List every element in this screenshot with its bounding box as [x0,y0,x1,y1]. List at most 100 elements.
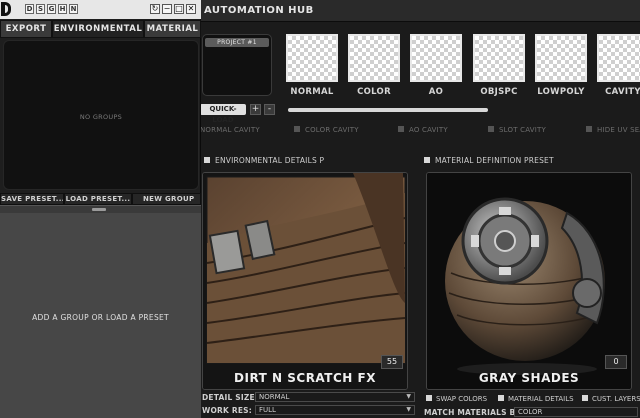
dropdown-arrow-icon: ▼ [406,406,411,413]
close-icon[interactable]: ✕ [186,4,196,14]
groups-empty-text: NO GROUPS [79,113,123,121]
option-label: CUST. LAYERS [592,395,640,403]
cavity-label: SLOT CAVITY [499,126,546,134]
map-slot-color[interactable]: COLOR [348,34,400,100]
cavity-label: NORMAL CAVITY [200,126,260,134]
hub-title: AUTOMATION HUB [204,5,314,16]
panel-titlebar: D S G H N ↻ − □ ✕ [0,0,201,19]
save-preset-button[interactable]: SAVE PRESET... [0,193,64,205]
cust-layers-checkbox[interactable]: CUST. LAYERS [582,395,640,403]
map-thumbnail [410,34,462,82]
new-group-button[interactable]: NEW GROUP [132,193,201,205]
match-materials-label: MATCH MATERIALS BY: [424,408,524,417]
material-sphere-image [427,173,631,389]
panel-splitter[interactable] [0,205,201,213]
material-preview[interactable]: GRAY SHADES 0 [426,172,632,390]
toolbar-button-d[interactable]: D [25,4,34,14]
maximize-icon[interactable]: □ [174,4,184,14]
tab-export[interactable]: EXPORT [0,20,52,38]
map-label: NORMAL [290,87,334,97]
preset-area[interactable]: ADD A GROUP OR LOAD A PRESET [0,213,201,418]
env-preview-count: 55 [381,355,403,369]
project-label: PROJECT #1 [205,38,269,47]
map-thumbnail [473,34,525,82]
match-materials-value: COLOR [518,408,543,416]
wood-texture-image [203,173,407,389]
splitter-grip-icon [92,208,106,211]
map-slot-objspc[interactable]: OBJSPC [473,34,525,100]
map-thumbnail [535,34,587,82]
checkbox-icon [586,126,592,132]
checkbox-icon [424,157,430,163]
hide-uv-seams-checkbox[interactable]: HIDE UV SEAMS [586,126,640,134]
map-label: CAVITY [605,87,640,97]
groups-list[interactable]: NO GROUPS [3,40,199,190]
presets-panel: D S G H N ↻ − □ ✕ EXPORT ENVIRONMENTAL M… [0,0,201,418]
map-label: OBJSPC [480,87,518,97]
load-preset-button[interactable]: LOAD PRESET... [64,193,132,205]
option-label: SWAP COLORS [436,395,488,403]
map-slot-ao[interactable]: AO [410,34,462,100]
cavity-label: HIDE UV SEAMS [597,126,640,134]
checkbox-icon [204,157,210,163]
toolbar-button-n[interactable]: N [69,4,78,14]
automation-hub-window: AUTOMATION HUB PROJECT #1 NORMAL COLOR A… [198,0,640,418]
map-label: COLOR [357,87,391,97]
detail-size-value: NORMAL [259,393,290,401]
map-thumbnail [348,34,400,82]
work-res-value: FULL [259,406,276,414]
color-cavity-checkbox[interactable]: COLOR CAVITY [294,126,359,134]
map-slot-normal[interactable]: NORMAL [286,34,338,100]
material-details-checkbox[interactable]: MATERIAL DETAILS [498,395,574,403]
tab-material[interactable]: MATERIAL [144,20,201,38]
map-label: AO [428,87,444,97]
material-preview-count: 0 [605,355,627,369]
cavity-label: COLOR CAVITY [305,126,359,134]
cavity-label: AO CAVITY [409,126,448,134]
detail-size-dropdown[interactable]: NORMAL ▼ [255,392,415,402]
map-thumbnail [597,34,640,82]
toolbar-button-s[interactable]: S [36,4,45,14]
material-preview-title: GRAY SHADES [478,371,580,385]
tab-environmental[interactable]: ENVIRONMENTAL [52,20,144,38]
option-label: MATERIAL DETAILS [508,395,574,403]
dropdown-arrow-icon: ▼ [406,393,411,400]
panel-tabs: EXPORT ENVIRONMENTAL MATERIAL [0,20,201,38]
quick-load-button[interactable]: QUICK-LOAD [200,104,246,124]
work-res-dropdown[interactable]: FULL ▼ [255,405,415,415]
material-preset-header[interactable]: MATERIAL DEFINITION PRESET [424,156,554,165]
remove-button[interactable]: - [264,104,275,115]
normal-cavity-checkbox[interactable]: NORMAL CAVITY [200,126,260,134]
refresh-icon[interactable]: ↻ [150,4,160,14]
minimize-icon[interactable]: − [162,4,172,14]
section-label: MATERIAL DEFINITION PRESET [435,156,554,165]
section-label: ENVIRONMENTAL DETAILS P [215,156,325,165]
map-label: LOWPOLY [537,87,585,97]
hub-titlebar: AUTOMATION HUB [198,0,640,22]
slot-cavity-checkbox[interactable]: SLOT CAVITY [488,126,546,134]
map-slot-lowpoly[interactable]: LOWPOLY [535,34,587,100]
env-preview-title: DIRT N SCRATCH FX [234,371,376,385]
map-scrollbar[interactable] [288,108,488,112]
checkbox-icon [498,395,504,401]
preset-empty-text: ADD A GROUP OR LOAD A PRESET [32,313,169,322]
toolbar-button-h[interactable]: H [58,4,67,14]
map-thumbnail [286,34,338,82]
match-materials-dropdown[interactable]: COLOR [514,407,638,417]
project-slot[interactable]: PROJECT #1 [202,34,272,96]
checkbox-icon [488,126,494,132]
detail-size-label: DETAIL SIZE: [202,393,259,402]
checkbox-icon [582,395,588,401]
checkbox-icon [426,395,432,401]
toolbar-button-g[interactable]: G [47,4,56,14]
swap-colors-checkbox[interactable]: SWAP COLORS [426,395,487,403]
add-button[interactable]: + [250,104,261,115]
work-res-label: WORK RES: [202,406,252,415]
env-details-header[interactable]: ENVIRONMENTAL DETAILS P [204,156,324,165]
env-preview[interactable]: DIRT N SCRATCH FX 55 [202,172,408,390]
checkbox-icon [398,126,404,132]
ao-cavity-checkbox[interactable]: AO CAVITY [398,126,448,134]
preset-button-row: SAVE PRESET... LOAD PRESET... NEW GROUP [0,193,201,205]
checkbox-icon [294,126,300,132]
map-slot-cavity[interactable]: CAVITY [597,34,640,100]
